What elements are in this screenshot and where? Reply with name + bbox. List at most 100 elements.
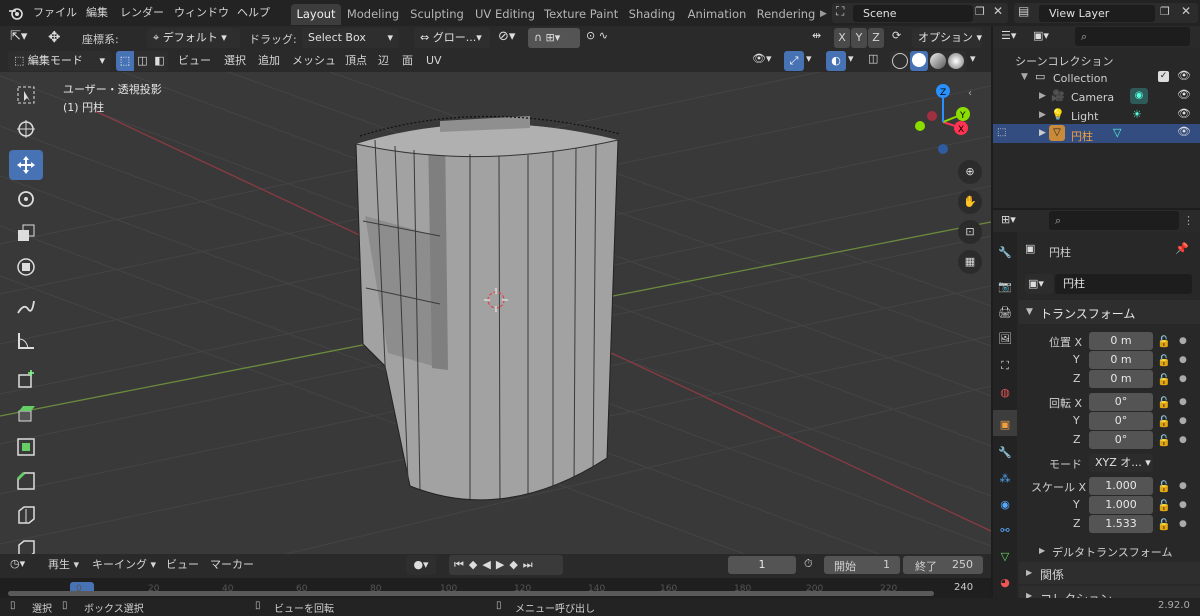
- menu-view[interactable]: ビュー: [178, 51, 211, 71]
- light-expand-icon[interactable]: ▶: [1039, 110, 1046, 120]
- rotation-lock-icons[interactable]: 🔓 🔓 🔓: [1157, 393, 1171, 450]
- snap-toggle[interactable]: ∩ ⊞▾: [528, 28, 580, 48]
- menu-mesh[interactable]: メッシュ: [292, 51, 336, 71]
- menu-window[interactable]: ウィンドウ: [174, 0, 229, 26]
- collection-visibility-icon[interactable]: 👁: [1177, 69, 1191, 82]
- scene-collection-label[interactable]: シーンコレクション: [1015, 53, 1113, 69]
- close-scene-icon[interactable]: ✕: [993, 4, 1003, 18]
- blender-logo-icon[interactable]: [8, 5, 24, 21]
- scene-name-field[interactable]: Scene: [853, 5, 973, 22]
- vertex-select-icon[interactable]: ⬚: [116, 51, 134, 71]
- overlay-toggle-icon[interactable]: ◐: [826, 51, 846, 71]
- outliner-item-cylinder[interactable]: 円柱: [1071, 128, 1093, 144]
- menu-face[interactable]: 面: [402, 51, 413, 71]
- playback-controls[interactable]: ⏮◆◀▶◆⏭: [449, 555, 563, 575]
- keying-menu[interactable]: キーイング ▾: [92, 555, 156, 575]
- wireframe-shading-icon[interactable]: [892, 53, 908, 69]
- xray-toggle-icon[interactable]: ◫: [868, 52, 878, 65]
- mirror-x-toggle[interactable]: X: [834, 28, 850, 48]
- material-shading-icon[interactable]: [930, 53, 946, 69]
- tab-uv-editing[interactable]: UV Editing: [474, 4, 536, 25]
- menu-edit[interactable]: 編集: [86, 0, 108, 26]
- tab-layout[interactable]: Layout: [291, 4, 341, 25]
- editor-type-icon[interactable]: ☰▾: [1001, 29, 1016, 42]
- end-frame-field[interactable]: 終了 250: [903, 556, 983, 574]
- transform-orientation-dropdown[interactable]: ⇔ グロー...▾: [414, 28, 490, 48]
- material-tab-icon[interactable]: ◕: [995, 572, 1015, 592]
- properties-search-input[interactable]: ⌕: [1049, 211, 1179, 230]
- prev-key-icon[interactable]: ◆: [469, 558, 482, 571]
- solid-shading-icon[interactable]: [912, 53, 926, 67]
- playback-menu[interactable]: 再生 ▾: [48, 555, 79, 575]
- scale-x-field[interactable]: 1.000: [1089, 477, 1153, 495]
- scale-keyframe-icons[interactable]: ● ● ●: [1179, 477, 1187, 534]
- frame-ruler[interactable]: 0 20 40 60 80 100 120 140 160 180 200 22…: [0, 578, 991, 598]
- tab-texture-paint[interactable]: Texture Paint: [544, 4, 618, 25]
- jump-end-icon[interactable]: ⏭: [523, 558, 538, 571]
- outliner-search-input[interactable]: ⌕: [1075, 27, 1190, 46]
- menu-vertex[interactable]: 頂点: [345, 51, 367, 71]
- coord-system-dropdown[interactable]: ⌖ デフォルト ▾: [147, 28, 240, 48]
- mirror-z-toggle[interactable]: Z: [868, 28, 884, 48]
- edge-select-icon[interactable]: ◫: [134, 51, 151, 71]
- constraints-tab-icon[interactable]: ⚯: [995, 520, 1015, 540]
- location-lock-icons[interactable]: 🔓 🔓 🔓: [1157, 332, 1171, 389]
- visibility-icon[interactable]: 👁▾: [752, 52, 772, 65]
- select-tool-icon[interactable]: ⇱▾: [10, 29, 27, 44]
- tab-modeling[interactable]: Modeling: [344, 4, 402, 25]
- menu-render[interactable]: レンダー: [120, 0, 164, 26]
- play-reverse-icon[interactable]: ◀: [482, 558, 495, 571]
- clock-icon[interactable]: ⏱: [804, 557, 813, 571]
- outliner-item-light[interactable]: Light: [1071, 110, 1098, 123]
- menu-add[interactable]: 追加: [258, 51, 280, 71]
- scale-tool-icon[interactable]: [9, 218, 43, 248]
- display-mode-icon[interactable]: ▣▾: [1033, 29, 1049, 42]
- object-type-dropdown[interactable]: ▣▾: [1025, 274, 1053, 294]
- tab-animation[interactable]: Animation: [686, 4, 748, 25]
- overlay-dropdown-icon[interactable]: ▾: [848, 52, 854, 65]
- pan-hand-icon[interactable]: ✋: [958, 190, 982, 214]
- outliner-item-camera[interactable]: Camera: [1071, 91, 1114, 104]
- loop-cut-tool-icon[interactable]: [9, 500, 43, 530]
- delta-transform-panel[interactable]: デルタトランスフォーム: [1052, 544, 1172, 560]
- add-cube-tool-icon[interactable]: [9, 364, 43, 394]
- rotate-tool-icon[interactable]: [9, 184, 43, 214]
- location-z-field[interactable]: 0 m: [1089, 370, 1153, 388]
- location-keyframe-icons[interactable]: ● ● ●: [1179, 332, 1187, 389]
- transform-collapse-icon[interactable]: ▼: [1026, 307, 1033, 317]
- annotate-tool-icon[interactable]: [9, 292, 43, 322]
- tab-rendering[interactable]: Rendering: [756, 4, 816, 25]
- proportional-editing-icon[interactable]: ⊙ ∿: [586, 29, 608, 42]
- timeline-editor-icon[interactable]: ◷▾: [10, 557, 25, 570]
- tab-shading[interactable]: Shading: [627, 4, 677, 25]
- location-x-field[interactable]: 0 m: [1089, 332, 1153, 350]
- tab-sculpting[interactable]: Sculpting: [409, 4, 465, 25]
- properties-editor-type-icon[interactable]: ⊞▾: [1001, 213, 1016, 226]
- scene-tab-icon[interactable]: ⛶: [995, 356, 1015, 376]
- duplicate-view-layer-icon[interactable]: ❐: [1160, 5, 1170, 18]
- close-view-layer-icon[interactable]: ✕: [1181, 4, 1191, 18]
- jump-start-icon[interactable]: ⏮: [454, 558, 469, 571]
- rendered-shading-icon[interactable]: [948, 53, 964, 69]
- menu-help[interactable]: ヘルプ: [237, 0, 270, 26]
- light-visibility-icon[interactable]: 👁: [1177, 107, 1191, 120]
- next-key-icon[interactable]: ◆: [509, 558, 522, 571]
- view-layer-name-field[interactable]: View Layer: [1039, 5, 1155, 22]
- inset-tool-icon[interactable]: [9, 432, 43, 462]
- particles-tab-icon[interactable]: ⁂: [995, 468, 1015, 488]
- collection-label[interactable]: Collection: [1053, 72, 1107, 85]
- drag-dropdown[interactable]: Select Box ▾: [302, 28, 399, 48]
- knife-tool-icon[interactable]: [9, 534, 43, 554]
- measure-tool-icon[interactable]: [9, 326, 43, 356]
- location-y-field[interactable]: 0 m: [1089, 351, 1153, 369]
- start-frame-field[interactable]: 開始 1: [824, 556, 900, 574]
- camera-visibility-icon[interactable]: 👁: [1177, 88, 1191, 101]
- physics-tab-icon[interactable]: ◉: [995, 494, 1015, 514]
- marker-menu[interactable]: マーカー: [210, 555, 254, 575]
- zoom-icon[interactable]: ⊕: [958, 160, 982, 184]
- delta-transform-expand-icon[interactable]: ▶: [1039, 546, 1045, 555]
- scale-y-field[interactable]: 1.000: [1089, 496, 1153, 514]
- mode-dropdown[interactable]: ⬚ 編集モード ▾: [8, 51, 111, 71]
- play-icon[interactable]: ▶: [496, 558, 509, 571]
- extrude-tool-icon[interactable]: [9, 398, 43, 428]
